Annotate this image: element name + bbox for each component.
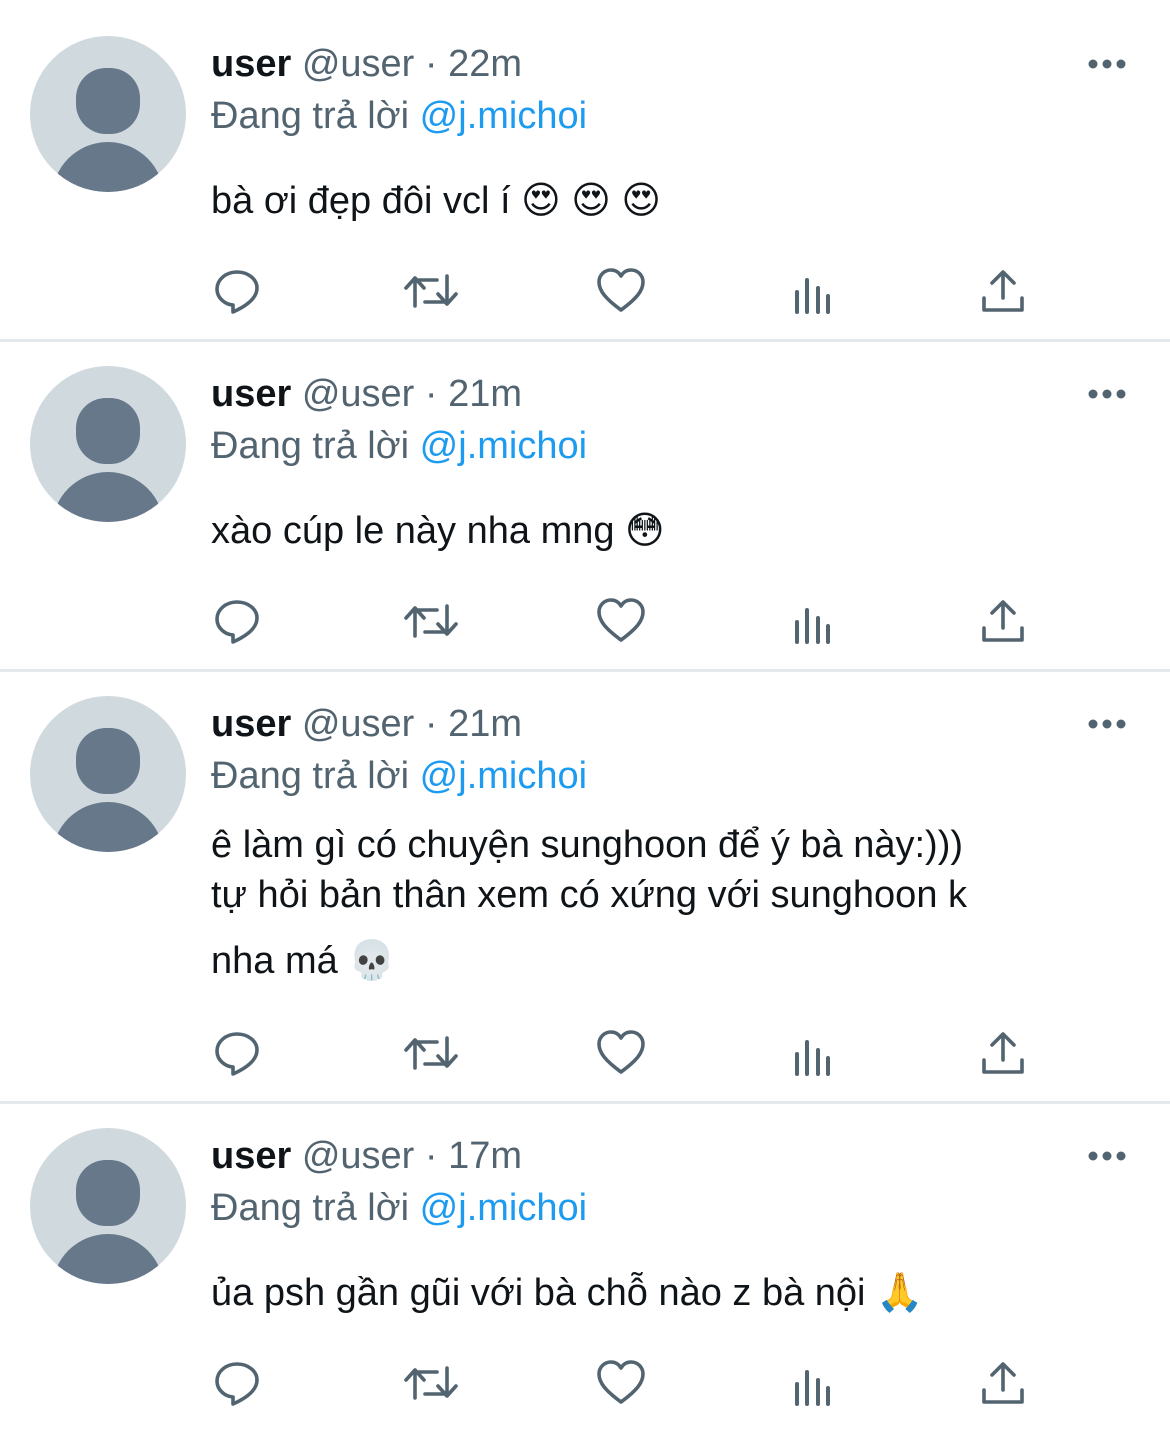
tweet-text-line: xào cúp le này nha mng 😳 [211,510,665,552]
timestamp[interactable]: 21m [448,703,522,745]
reply-prefix: Đang trả lời [211,1187,410,1229]
avatar[interactable] [30,366,186,522]
retweet-icon[interactable] [403,1358,458,1408]
reply-prefix: Đang trả lời [211,425,410,467]
tweet-text: ủa psh gần gũi với bà chỗ nào z bà nội 🙏 [211,1268,1111,1318]
views-bar-chart-icon[interactable] [790,1358,840,1408]
heart-icon[interactable] [596,1358,646,1408]
more-horizontal-icon[interactable] [1086,54,1128,74]
user-handle[interactable]: @user [302,43,415,85]
reply-mention[interactable]: @j.michoi [420,1187,587,1229]
user-handle[interactable]: @user [302,703,415,745]
user-handle[interactable]: @user [302,373,415,415]
tweet-text-line: tự hỏi bản thân xem có xứng với sunghoon… [211,874,968,916]
reply-prefix: Đang trả lời [211,95,410,137]
share-icon[interactable] [978,1028,1028,1078]
reply-icon[interactable] [212,596,262,646]
tweet[interactable]: user @user · 22m Đang trả lời @j.michoi … [0,0,1170,340]
timestamp[interactable]: 22m [448,43,522,85]
tweet-text: ê làm gì có chuyện sunghoon để ý bà này:… [211,820,1111,986]
tweet[interactable]: user @user · 21m Đang trả lời @j.michoi … [0,330,1170,670]
timestamp[interactable]: 17m [448,1135,522,1177]
action-bar [0,1028,1170,1078]
tweet-header: user @user · 22m [211,42,522,86]
avatar[interactable] [30,1128,186,1284]
action-bar [0,1358,1170,1408]
reply-mention[interactable]: @j.michoi [420,425,587,467]
share-icon[interactable] [978,596,1028,646]
action-bar [0,596,1170,646]
views-bar-chart-icon[interactable] [790,266,840,316]
views-bar-chart-icon[interactable] [790,596,840,646]
heart-icon[interactable] [596,1028,646,1078]
share-icon[interactable] [978,266,1028,316]
more-horizontal-icon[interactable] [1086,1146,1128,1166]
retweet-icon[interactable] [403,266,458,316]
reply-icon[interactable] [212,1358,262,1408]
display-name[interactable]: user [211,373,291,415]
more-horizontal-icon[interactable] [1086,384,1128,404]
replying-to: Đang trả lời @j.michoi [211,424,587,468]
tweet-text: bà ơi đẹp đôi vcl í 😍 😍 😍 [211,176,1111,226]
tweet-text-line: nha má 💀 [211,940,396,982]
user-handle[interactable]: @user [302,1135,415,1177]
display-name[interactable]: user [211,703,291,745]
tweet-text: xào cúp le này nha mng 😳 [211,506,1111,556]
replying-to: Đang trả lời @j.michoi [211,94,587,138]
tweet-text-line: bà ơi đẹp đôi vcl í 😍 😍 😍 [211,180,662,222]
reply-icon[interactable] [212,1028,262,1078]
tweet[interactable]: user @user · 17m Đang trả lời @j.michoi … [0,1092,1170,1432]
retweet-icon[interactable] [403,596,458,646]
tweet[interactable]: user @user · 21m Đang trả lời @j.michoi … [0,660,1170,1102]
replying-to: Đang trả lời @j.michoi [211,754,587,798]
reply-prefix: Đang trả lời [211,755,410,797]
retweet-icon[interactable] [403,1028,458,1078]
separator-dot: · [424,373,438,415]
share-icon[interactable] [978,1358,1028,1408]
views-bar-chart-icon[interactable] [790,1028,840,1078]
display-name[interactable]: user [211,43,291,85]
avatar[interactable] [30,36,186,192]
tweet-header: user @user · 21m [211,702,522,746]
tweet-header: user @user · 17m [211,1134,522,1178]
separator-dot: · [424,43,438,85]
reply-mention[interactable]: @j.michoi [420,95,587,137]
reply-icon[interactable] [212,266,262,316]
heart-icon[interactable] [596,266,646,316]
avatar[interactable] [30,696,186,852]
replying-to: Đang trả lời @j.michoi [211,1186,587,1230]
separator-dot: · [424,703,438,745]
timestamp[interactable]: 21m [448,373,522,415]
separator-dot: · [424,1135,438,1177]
heart-icon[interactable] [596,596,646,646]
more-horizontal-icon[interactable] [1086,714,1128,734]
tweet-text-line: ê làm gì có chuyện sunghoon để ý bà này:… [211,824,964,866]
action-bar [0,266,1170,316]
tweet-header: user @user · 21m [211,372,522,416]
tweet-text-line: ủa psh gần gũi với bà chỗ nào z bà nội 🙏 [211,1272,924,1314]
reply-mention[interactable]: @j.michoi [420,755,587,797]
display-name[interactable]: user [211,1135,291,1177]
